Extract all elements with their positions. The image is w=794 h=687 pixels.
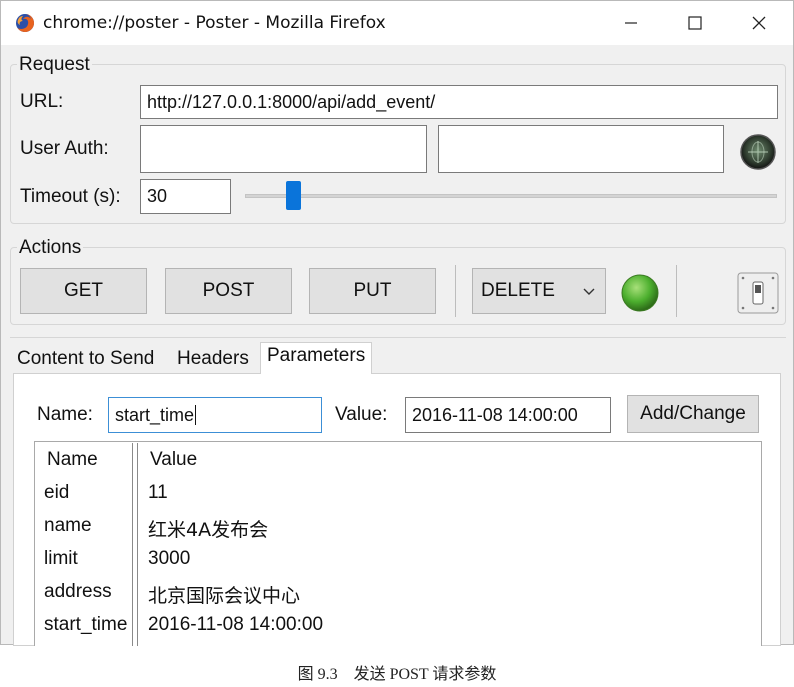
user-auth-username-input[interactable] bbox=[140, 125, 427, 173]
globe-icon[interactable] bbox=[739, 133, 777, 176]
row-value-cell[interactable]: 11 bbox=[148, 482, 168, 504]
timeout-input[interactable]: 30 bbox=[140, 179, 231, 214]
text-cursor bbox=[195, 405, 197, 425]
firefox-icon bbox=[15, 13, 35, 33]
method-select-value: DELETE bbox=[481, 280, 555, 301]
method-select[interactable]: DELETE bbox=[472, 268, 606, 314]
figure-caption: 图 9.3 发送 POST 请求参数 bbox=[297, 666, 497, 683]
url-label: URL: bbox=[20, 91, 64, 112]
row-value-cell[interactable]: 红米4A发布会 bbox=[148, 515, 268, 542]
row-name-cell[interactable]: address bbox=[44, 581, 112, 603]
switch-icon[interactable] bbox=[737, 272, 779, 319]
minimize-button[interactable] bbox=[601, 1, 661, 45]
actions-group-title: Actions bbox=[17, 237, 84, 259]
maximize-icon bbox=[688, 16, 702, 30]
param-value-input[interactable]: 2016-11-08 14:00:00 bbox=[405, 397, 611, 433]
row-name-cell[interactable]: name bbox=[44, 515, 92, 537]
column-header-value[interactable]: Value bbox=[150, 449, 197, 471]
minimize-icon bbox=[625, 22, 637, 24]
window-title: chrome://poster - Poster - Mozilla Firef… bbox=[43, 13, 386, 33]
close-button[interactable] bbox=[729, 1, 789, 45]
timeout-slider-thumb[interactable] bbox=[286, 181, 302, 210]
divider bbox=[676, 265, 677, 317]
divider bbox=[455, 265, 456, 317]
column-separator bbox=[132, 443, 133, 646]
row-name-cell[interactable]: eid bbox=[44, 482, 69, 504]
tab-content-to-send[interactable]: Content to Send bbox=[17, 348, 154, 370]
maximize-button[interactable] bbox=[665, 1, 725, 45]
user-auth-password-input[interactable] bbox=[438, 125, 724, 173]
column-separator bbox=[137, 443, 138, 646]
user-auth-label: User Auth: bbox=[20, 138, 109, 159]
chevron-down-icon bbox=[583, 288, 595, 295]
tabs-divider bbox=[10, 337, 786, 338]
column-header-name[interactable]: Name bbox=[47, 449, 98, 471]
row-value-cell[interactable]: 北京国际会议中心 bbox=[148, 581, 300, 608]
row-name-cell[interactable]: start_time bbox=[44, 614, 127, 636]
row-value-cell[interactable]: 2016-11-08 14:00:00 bbox=[148, 614, 323, 636]
parameters-list[interactable] bbox=[34, 441, 762, 646]
tab-headers[interactable]: Headers bbox=[177, 348, 249, 370]
tab-parameters[interactable]: Parameters bbox=[260, 342, 373, 374]
timeout-slider-track[interactable] bbox=[245, 194, 777, 198]
param-name-label: Name: bbox=[37, 404, 93, 425]
get-button[interactable]: GET bbox=[20, 268, 147, 314]
poster-window: chrome://poster - Poster - Mozilla Firef… bbox=[0, 0, 794, 646]
param-value-label: Value: bbox=[335, 404, 388, 425]
post-button[interactable]: POST bbox=[165, 268, 292, 314]
status-indicator bbox=[620, 273, 660, 318]
close-icon bbox=[752, 16, 766, 30]
put-button[interactable]: PUT bbox=[309, 268, 436, 314]
row-name-cell[interactable]: limit bbox=[44, 548, 78, 570]
param-name-value: start_time bbox=[115, 404, 195, 425]
timeout-label: Timeout (s): bbox=[20, 186, 121, 207]
request-group-title: Request bbox=[17, 54, 92, 76]
url-input[interactable]: http://127.0.0.1:8000/api/add_event/ bbox=[140, 85, 778, 119]
row-value-cell[interactable]: 3000 bbox=[148, 548, 190, 570]
param-name-input[interactable]: start_time bbox=[108, 397, 322, 433]
add-change-button[interactable]: Add/Change bbox=[627, 395, 759, 433]
